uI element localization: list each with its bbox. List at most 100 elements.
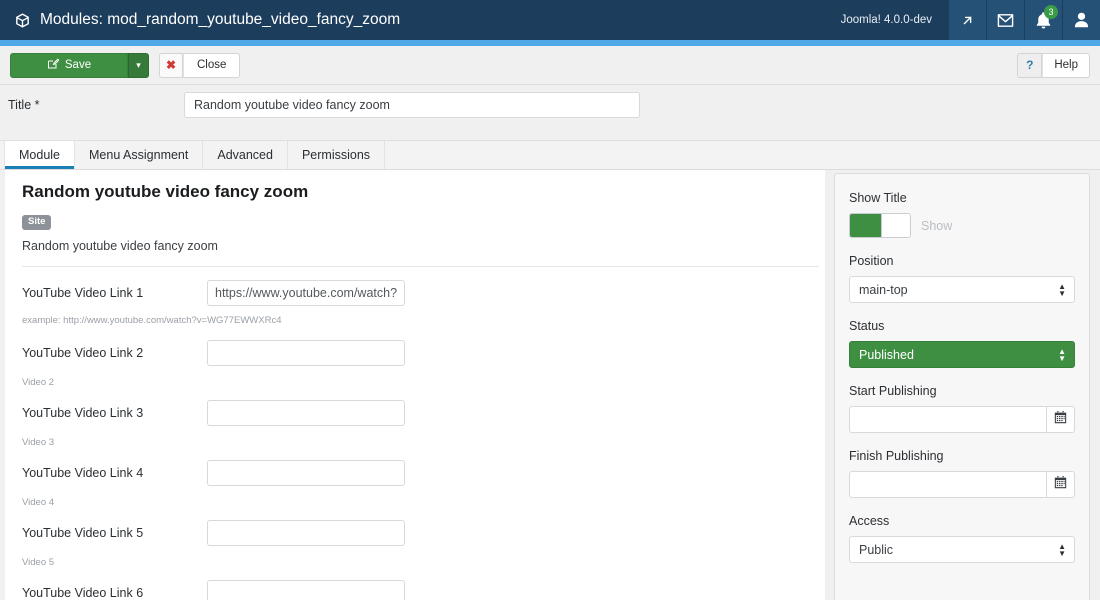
messages-icon-button[interactable] <box>986 0 1024 40</box>
finish-publishing-row <box>849 471 1075 498</box>
access-selected-value: Public <box>859 542 894 557</box>
show-title-state-text: Show <box>921 218 953 233</box>
joomla-version-label: Joomla! 4.0.0-dev <box>840 14 932 26</box>
video-link-2-input[interactable] <box>207 340 405 366</box>
help-button[interactable]: Help <box>1042 52 1090 78</box>
finish-publishing-input[interactable] <box>849 471 1046 498</box>
field-label-video-4: YouTube Video Link 4 <box>22 466 144 480</box>
select-arrows-icon: ▲ ▼ <box>1058 541 1066 558</box>
close-button-group: ✖ Close <box>159 52 241 78</box>
field-row-video-6: YouTube Video Link 6 <box>22 579 825 600</box>
tab-advanced[interactable]: Advanced <box>203 141 288 169</box>
show-title-toggle[interactable] <box>849 213 911 238</box>
start-publishing-input[interactable] <box>849 406 1046 433</box>
user-menu-icon-button[interactable] <box>1062 0 1100 40</box>
external-link-icon-button[interactable] <box>948 0 986 40</box>
field-label-video-5: YouTube Video Link 5 <box>22 526 144 540</box>
notifications-icon-button[interactable]: 3 <box>1024 0 1062 40</box>
finish-publishing-group: Finish Publishing <box>849 449 1075 498</box>
save-button-label: Save <box>64 59 92 71</box>
video-link-5-input[interactable] <box>207 520 405 546</box>
field-row-video-4: YouTube Video Link 4 <box>22 459 825 488</box>
field-help-video-4: Video 4 <box>22 496 55 508</box>
module-options-sidebar: Show Title Show Position main-top ▲ ▼ Sta <box>834 173 1090 600</box>
start-publishing-group: Start Publishing <box>849 384 1075 433</box>
sidebar-column: Show Title Show Position main-top ▲ ▼ Sta <box>825 170 1100 600</box>
app-header: Modules: mod_random_youtube_video_fancy_… <box>0 0 1100 40</box>
field-row-video-5: YouTube Video Link 5 <box>22 519 825 548</box>
status-group: Status Published ▲ ▼ <box>849 319 1075 368</box>
section-divider <box>22 265 819 267</box>
field-row-video-2: YouTube Video Link 2 <box>22 339 825 368</box>
field-label-video-3: YouTube Video Link 3 <box>22 406 144 420</box>
position-select[interactable]: main-top ▲ ▼ <box>849 276 1075 303</box>
field-row-video-1: YouTube Video Link 1 <box>22 279 825 308</box>
header-title-block: Modules: mod_random_youtube_video_fancy_… <box>0 0 825 40</box>
title-field-label: Title * <box>8 98 40 112</box>
tab-module[interactable]: Module <box>4 141 75 169</box>
question-mark-icon[interactable]: ? <box>1017 52 1043 78</box>
field-row-video-3: YouTube Video Link 3 <box>22 399 825 428</box>
position-label: Position <box>849 254 894 268</box>
save-button[interactable]: Save <box>10 52 128 78</box>
toggle-fill <box>850 214 881 237</box>
start-publishing-calendar-button[interactable] <box>1046 406 1075 433</box>
save-button-group: Save ▾ <box>10 52 149 78</box>
tab-bar: Module Menu Assignment Advanced Permissi… <box>0 140 1100 170</box>
status-badge: Site <box>22 215 52 230</box>
finish-publishing-calendar-button[interactable] <box>1046 471 1075 498</box>
module-settings-panel: Random youtube video fancy zoom Site Ran… <box>5 170 825 600</box>
field-help-video-2: Video 2 <box>22 376 55 388</box>
title-field-row: Title * <box>0 85 1100 125</box>
page-title: Modules: mod_random_youtube_video_fancy_… <box>40 11 401 28</box>
toggle-knob <box>881 214 910 237</box>
cube-icon <box>14 12 31 29</box>
video-link-6-input[interactable] <box>207 580 405 600</box>
envelope-icon <box>997 13 1014 28</box>
calendar-icon <box>1054 410 1067 429</box>
access-select[interactable]: Public ▲ ▼ <box>849 536 1075 563</box>
field-label-video-6: YouTube Video Link 6 <box>22 586 144 600</box>
access-group: Access Public ▲ ▼ <box>849 514 1075 563</box>
start-publishing-label: Start Publishing <box>849 384 937 398</box>
module-description: Random youtube video fancy zoom <box>22 238 218 253</box>
status-label: Status <box>849 319 885 333</box>
video-link-3-input[interactable] <box>207 400 405 426</box>
select-arrows-icon: ▲ ▼ <box>1058 346 1066 363</box>
close-x-icon[interactable]: ✖ <box>159 52 183 78</box>
module-heading: Random youtube video fancy zoom <box>22 182 309 201</box>
start-publishing-row <box>849 406 1075 433</box>
external-link-icon <box>960 13 975 28</box>
show-title-toggle-row: Show <box>849 213 1075 238</box>
access-label: Access <box>849 514 890 528</box>
field-help-video-1: example: http://www.youtube.com/watch?v=… <box>22 314 282 326</box>
tab-menu-assignment[interactable]: Menu Assignment <box>75 141 204 169</box>
video-link-4-input[interactable] <box>207 460 405 486</box>
title-input[interactable] <box>184 92 640 118</box>
header-actions: Joomla! 4.0.0-dev 3 <box>825 0 1100 40</box>
title-row-spacer <box>0 125 1100 140</box>
show-title-label: Show Title <box>849 191 907 205</box>
close-button[interactable]: Close <box>183 52 241 78</box>
notification-count-badge: 3 <box>1044 5 1058 19</box>
field-help-video-5: Video 5 <box>22 556 55 568</box>
chevron-down-icon: ▾ <box>136 59 141 70</box>
save-dropdown-toggle[interactable]: ▾ <box>128 52 149 78</box>
calendar-icon <box>1054 475 1067 494</box>
finish-publishing-label: Finish Publishing <box>849 449 944 463</box>
user-icon <box>1074 12 1089 28</box>
toolbar: Save ▾ ✖ Close ? Help <box>0 46 1100 85</box>
position-selected-value: main-top <box>859 282 908 297</box>
show-title-group: Show Title Show <box>849 191 1075 238</box>
body-wrapper: Random youtube video fancy zoom Site Ran… <box>0 170 1100 600</box>
field-label-video-2: YouTube Video Link 2 <box>22 346 144 360</box>
edit-pencil-icon <box>47 58 60 73</box>
help-button-group: ? Help <box>1017 52 1090 78</box>
video-link-1-input[interactable] <box>207 280 405 306</box>
status-selected-value: Published <box>859 347 914 362</box>
tab-permissions[interactable]: Permissions <box>288 141 386 169</box>
status-select[interactable]: Published ▲ ▼ <box>849 341 1075 368</box>
position-group: Position main-top ▲ ▼ <box>849 254 1075 303</box>
field-help-video-3: Video 3 <box>22 436 55 448</box>
select-arrows-icon: ▲ ▼ <box>1058 281 1066 298</box>
